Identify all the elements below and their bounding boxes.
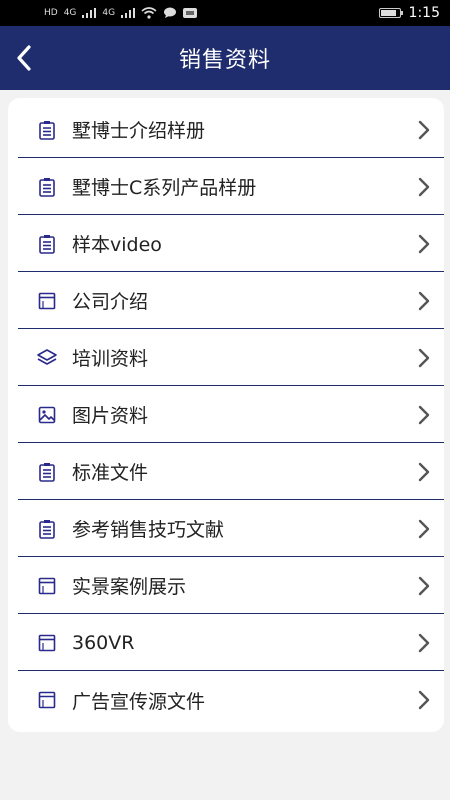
chevron-left-icon xyxy=(17,45,31,71)
clipboard-list-icon xyxy=(36,233,58,255)
menu-item-label: 样本video xyxy=(72,234,162,256)
window-icon xyxy=(36,632,58,654)
hd-badge: HD xyxy=(44,8,58,18)
wifi-icon xyxy=(141,7,157,19)
menu-item-standard-documents[interactable]: 标准文件 xyxy=(18,444,444,500)
page-title: 销售资料 xyxy=(178,48,271,73)
network-badge-2: 4G xyxy=(102,8,116,18)
status-time: 1:15 xyxy=(408,5,440,21)
chevron-right-icon xyxy=(414,291,434,311)
back-button[interactable] xyxy=(0,26,48,90)
menu-item-c-series-booklet[interactable]: 墅博士C系列产品样册 xyxy=(18,159,444,215)
chevron-right-icon xyxy=(414,234,434,254)
menu-item-label: 360VR xyxy=(72,631,135,654)
menu-item-label: 图片资料 xyxy=(72,405,149,427)
clipboard-list-icon xyxy=(36,119,58,141)
app-notification-icon xyxy=(183,8,198,18)
chevron-right-icon xyxy=(414,120,434,140)
menu-item-training-materials[interactable]: 培训资料 xyxy=(18,330,444,386)
window-icon xyxy=(36,575,58,597)
network-badge-1: 4G xyxy=(63,8,77,18)
menu-item-label: 培训资料 xyxy=(72,348,149,370)
chevron-right-icon xyxy=(414,633,434,653)
message-icon xyxy=(164,7,177,18)
clipboard-list-icon xyxy=(36,176,58,198)
header: 销售资料 xyxy=(0,26,450,90)
signal-icon xyxy=(82,8,97,18)
menu-item-sales-technique-docs[interactable]: 参考销售技巧文献 xyxy=(18,501,444,557)
window-icon xyxy=(36,290,58,312)
menu-item-image-materials[interactable]: 图片资料 xyxy=(18,387,444,443)
menu-item-sample-booklet[interactable]: 墅博士介绍样册 xyxy=(18,102,444,158)
status-bar: HD 4G 4G 1:15 xyxy=(0,0,450,26)
status-right: 1:15 xyxy=(378,5,440,21)
menu-item-label: 墅博士C系列产品样册 xyxy=(72,177,257,199)
chevron-right-icon xyxy=(414,177,434,197)
menu-card: 墅博士介绍样册 墅博士C系列产品样册 样本video 公司介绍 培训资料 图片资… xyxy=(8,98,444,732)
window-icon xyxy=(36,689,58,711)
menu-item-sample-video[interactable]: 样本video xyxy=(18,216,444,272)
menu-item-label: 参考销售技巧文献 xyxy=(72,519,225,541)
clipboard-list-icon xyxy=(36,518,58,540)
chevron-right-icon xyxy=(414,576,434,596)
chevron-right-icon xyxy=(414,348,434,368)
menu-item-label: 墅博士介绍样册 xyxy=(72,120,206,142)
menu-item-label: 公司介绍 xyxy=(72,291,149,313)
menu-item-label: 广告宣传源文件 xyxy=(72,690,206,713)
signal-icon-2 xyxy=(121,8,136,18)
menu-item-label: 实景案例展示 xyxy=(72,576,187,598)
menu-item-case-showcase[interactable]: 实景案例展示 xyxy=(18,558,444,614)
chevron-right-icon xyxy=(414,462,434,482)
layers-icon xyxy=(36,347,58,369)
status-left: HD 4G 4G xyxy=(44,7,198,19)
chevron-right-icon xyxy=(414,690,434,710)
battery-icon xyxy=(378,8,403,18)
menu-item-360vr[interactable]: 360VR xyxy=(18,615,444,671)
menu-item-label: 标准文件 xyxy=(72,462,149,484)
clipboard-list-icon xyxy=(36,461,58,483)
menu-item-ad-source-files[interactable]: 广告宣传源文件 xyxy=(18,672,444,728)
menu-item-company-intro[interactable]: 公司介绍 xyxy=(18,273,444,329)
chevron-right-icon xyxy=(414,519,434,539)
chevron-right-icon xyxy=(414,405,434,425)
image-icon xyxy=(36,404,58,426)
